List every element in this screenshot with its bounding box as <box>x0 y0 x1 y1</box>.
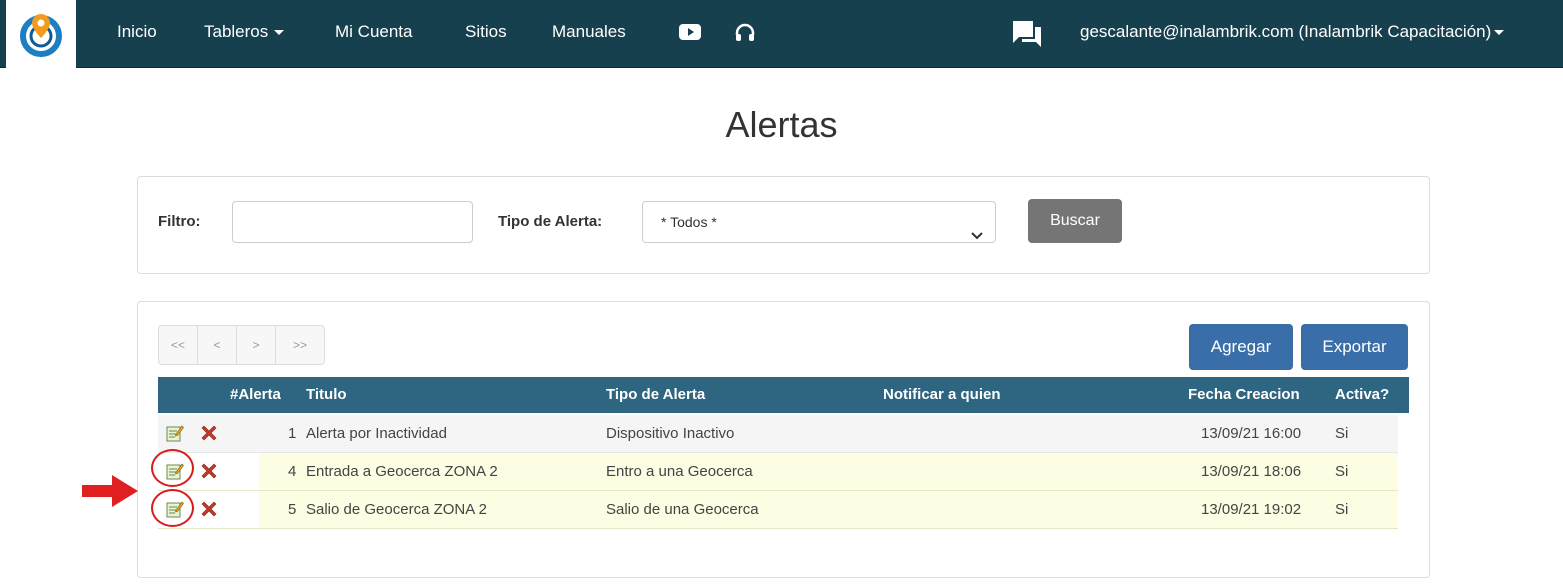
cell-type: Dispositivo Inactivo <box>606 425 735 442</box>
next-page-button[interactable]: > <box>237 326 276 364</box>
user-email: gescalante@inalambrik.com (Inalambrik Ca… <box>1080 22 1492 41</box>
filter-input[interactable] <box>232 201 473 243</box>
nav-sitios[interactable]: Sitios <box>465 22 507 42</box>
export-button[interactable]: Exportar <box>1301 324 1408 370</box>
col-notificar: Notificar a quien <box>883 386 1001 403</box>
prev-page-button[interactable]: < <box>198 326 237 364</box>
search-button[interactable]: Buscar <box>1028 199 1122 243</box>
filter-label: Filtro: <box>158 213 201 230</box>
alert-type-label: Tipo de Alerta: <box>498 213 603 230</box>
nav-manuales[interactable]: Manuales <box>552 22 626 42</box>
cell-active: Si <box>1335 501 1349 518</box>
cell-active: Si <box>1335 463 1349 480</box>
nav-inicio[interactable]: Inicio <box>117 22 157 42</box>
logo-icon[interactable] <box>6 0 76 68</box>
col-activa: Activa? <box>1335 386 1390 403</box>
cell-date: 13/09/21 18:06 <box>1201 463 1302 480</box>
cell-id: 1 <box>288 425 297 442</box>
table-row: 4 Entrada a Geocerca ZONA 2 Entro a una … <box>158 453 1398 491</box>
pagination: << < > >> <box>158 325 325 365</box>
cell-title: Entrada a Geocerca ZONA 2 <box>306 463 498 480</box>
alert-type-select[interactable]: * Todos * <box>642 201 996 243</box>
cell-type: Salio de una Geocerca <box>606 501 759 518</box>
delete-icon[interactable] <box>199 423 219 443</box>
cell-id: 4 <box>288 463 297 480</box>
cell-title: Salio de Geocerca ZONA 2 <box>306 501 487 518</box>
table-row: 5 Salio de Geocerca ZONA 2 Salio de una … <box>158 491 1398 529</box>
cell-id: 5 <box>288 501 297 518</box>
col-fecha-creacion: Fecha Creacion <box>1188 386 1300 403</box>
cell-date: 13/09/21 19:02 <box>1201 501 1302 518</box>
alert-type-selected: * Todos * <box>661 214 717 230</box>
user-menu[interactable]: gescalante@inalambrik.com (Inalambrik Ca… <box>1080 22 1505 42</box>
nav-mi-cuenta[interactable]: Mi Cuenta <box>335 22 412 42</box>
chat-icon[interactable] <box>1012 20 1042 53</box>
youtube-icon[interactable] <box>679 24 701 45</box>
edit-icon[interactable] <box>166 424 184 442</box>
cell-active: Si <box>1335 425 1349 442</box>
delete-icon[interactable] <box>199 499 219 519</box>
highlight-circle <box>151 489 194 527</box>
add-button[interactable]: Agregar <box>1189 324 1293 370</box>
chevron-down-icon <box>1494 30 1505 36</box>
last-page-button[interactable]: >> <box>276 326 324 364</box>
cell-type: Entro a una Geocerca <box>606 463 753 480</box>
highlight-circle <box>151 449 194 487</box>
table-row: 1 Alerta por Inactividad Dispositivo Ina… <box>158 415 1398 453</box>
delete-icon[interactable] <box>199 461 219 481</box>
col-titulo: Titulo <box>306 386 347 403</box>
top-navbar: Inicio Tableros Mi Cuenta Sitios Manuale… <box>0 0 1563 68</box>
cell-title: Alerta por Inactividad <box>306 425 447 442</box>
first-page-button[interactable]: << <box>159 326 198 364</box>
alerts-list-panel: << < > >> Agregar Exportar #Alerta Titul… <box>137 301 1430 578</box>
page-title: Alertas <box>725 104 838 145</box>
chevron-down-icon <box>971 216 983 256</box>
nav-tableros-label: Tableros <box>204 22 269 41</box>
nav-tableros[interactable]: Tableros <box>204 22 285 42</box>
col-alerta: #Alerta <box>230 386 281 403</box>
chevron-down-icon <box>274 30 285 36</box>
arrow-right-icon <box>82 475 138 512</box>
table-header: #Alerta Titulo Tipo de Alerta Notificar … <box>158 377 1409 413</box>
headset-icon[interactable] <box>734 22 756 49</box>
filter-panel: Filtro: Tipo de Alerta: * Todos * Buscar <box>137 176 1430 274</box>
col-tipo-alerta: Tipo de Alerta <box>606 386 706 403</box>
cell-date: 13/09/21 16:00 <box>1201 425 1302 442</box>
